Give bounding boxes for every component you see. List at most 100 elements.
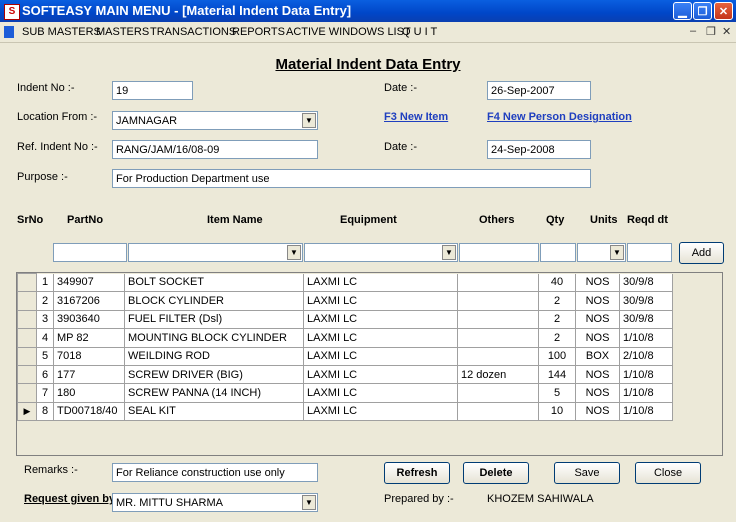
delete-button[interactable]: Delete <box>463 462 529 484</box>
cell-reqd-dt[interactable]: 30/9/8 <box>619 291 673 311</box>
chevron-down-icon[interactable]: ▼ <box>287 245 301 260</box>
cell-reqd-dt[interactable]: 1/10/8 <box>619 365 673 385</box>
cell-qty[interactable]: 2 <box>538 291 576 311</box>
table-row[interactable]: ▶ 8 TD00718/40 SEAL KIT LAXMI LC 10 NOS 1/10/8 <box>17 401 673 422</box>
save-button[interactable]: Save <box>554 462 620 484</box>
cell-srno[interactable]: 5 <box>36 347 54 366</box>
cell-qty[interactable]: 10 <box>538 402 576 422</box>
cell-equipment[interactable]: LAXMI LC <box>303 291 458 311</box>
cell-equipment[interactable]: LAXMI LC <box>303 383 458 403</box>
cell-reqd-dt[interactable]: 30/9/8 <box>619 273 673 293</box>
purpose-field[interactable]: For Production Department use <box>112 169 591 188</box>
cell-qty[interactable]: 40 <box>538 273 576 293</box>
menu-reports[interactable]: REPORTS <box>232 26 285 38</box>
minimize-button[interactable]: ▁ <box>673 2 692 20</box>
remarks-field[interactable]: For Reliance construction use only <box>112 463 318 482</box>
row-selector[interactable] <box>17 309 37 330</box>
cell-srno[interactable]: 6 <box>36 365 54 385</box>
close-button[interactable]: Close <box>635 462 701 484</box>
cell-equipment[interactable]: LAXMI LC <box>303 310 458 330</box>
cell-srno[interactable]: 3 <box>36 310 54 330</box>
cell-reqd-dt[interactable]: 1/10/8 <box>619 328 673 348</box>
indent-no-field[interactable]: 19 <box>112 81 193 100</box>
row-selector[interactable] <box>17 383 37 403</box>
row-selector[interactable] <box>17 346 37 366</box>
others-input[interactable] <box>459 243 539 262</box>
chevron-down-icon[interactable]: ▼ <box>610 245 624 260</box>
table-row[interactable]: 6 177 SCREW DRIVER (BIG) LAXMI LC 12 dozen 14… <box>17 364 673 385</box>
add-button[interactable]: Add <box>679 242 724 264</box>
partno-input[interactable] <box>53 243 127 262</box>
cell-reqd-dt[interactable]: 30/9/8 <box>619 310 673 330</box>
cell-units[interactable]: NOS <box>575 365 620 385</box>
cell-item-name[interactable]: SCREW PANNA (14 INCH) <box>124 383 304 403</box>
row-selector[interactable] <box>17 328 37 348</box>
cell-srno[interactable]: 2 <box>36 291 54 311</box>
cell-others[interactable] <box>457 402 539 422</box>
chevron-down-icon[interactable]: ▼ <box>442 245 456 260</box>
chevron-down-icon[interactable]: ▼ <box>302 495 316 510</box>
refresh-button[interactable]: Refresh <box>384 462 450 484</box>
cell-srno[interactable]: 7 <box>36 383 54 403</box>
mdi-restore-icon[interactable]: ❐ <box>706 25 716 38</box>
table-row[interactable]: 2 3167206 BLOCK CYLINDER LAXMI LC 2 NOS 30/9/8 <box>17 291 673 311</box>
cell-item-name[interactable]: MOUNTING BLOCK CYLINDER <box>124 328 304 348</box>
cell-units[interactable]: NOS <box>575 383 620 403</box>
cell-reqd-dt[interactable]: 2/10/8 <box>619 347 673 366</box>
cell-equipment[interactable]: LAXMI LC <box>303 402 458 422</box>
cell-others[interactable] <box>457 310 539 330</box>
cell-units[interactable]: NOS <box>575 291 620 311</box>
cell-others[interactable] <box>457 347 539 366</box>
cell-item-name[interactable]: WEILDING ROD <box>124 347 304 366</box>
cell-partno[interactable]: 7018 <box>53 347 125 366</box>
cell-qty[interactable]: 144 <box>538 365 576 385</box>
equipment-select[interactable]: ▼ <box>304 243 458 262</box>
menu-quit[interactable]: Q U I T <box>402 26 437 38</box>
table-row[interactable]: 3 3903640 FUEL FILTER (Dsl) LAXMI LC 2 NOS 30/… <box>17 309 673 330</box>
cell-equipment[interactable]: LAXMI LC <box>303 328 458 348</box>
cell-qty[interactable]: 2 <box>538 310 576 330</box>
cell-partno[interactable]: MP 82 <box>53 328 125 348</box>
close-window-button[interactable]: ✕ <box>714 2 733 20</box>
qty-input[interactable] <box>540 243 576 262</box>
row-selector[interactable] <box>17 291 37 311</box>
cell-srno[interactable]: 8 <box>36 402 54 422</box>
items-grid[interactable]: 1 349907 BOLT SOCKET LAXMI LC 40 NOS 30/9/8 2 31… <box>16 272 723 456</box>
cell-others[interactable] <box>457 383 539 403</box>
item-name-select[interactable]: ▼ <box>128 243 303 262</box>
menu-active-windows-list[interactable]: ACTIVE WINDOWS LIST <box>286 26 411 38</box>
cell-qty[interactable]: 5 <box>538 383 576 403</box>
table-row[interactable]: 4 MP 82 MOUNTING BLOCK CYLINDER LAXMI LC 2 NO… <box>17 328 673 348</box>
cell-qty[interactable]: 2 <box>538 328 576 348</box>
f3-new-item-link[interactable]: F3 New Item <box>384 111 448 123</box>
cell-equipment[interactable]: LAXMI LC <box>303 273 458 293</box>
ref-date-field[interactable]: 24-Sep-2008 <box>487 140 591 159</box>
cell-others[interactable] <box>457 273 539 293</box>
mdi-minimize-icon[interactable]: – <box>690 25 696 37</box>
cell-units[interactable]: NOS <box>575 310 620 330</box>
request-by-select[interactable]: MR. MITTU SHARMA ▼ <box>112 493 318 512</box>
cell-srno[interactable]: 4 <box>36 328 54 348</box>
cell-equipment[interactable]: LAXMI LC <box>303 347 458 366</box>
cell-item-name[interactable]: SEAL KIT <box>124 402 304 422</box>
maximize-button[interactable]: ❐ <box>693 2 712 20</box>
table-row[interactable]: 7 180 SCREW PANNA (14 INCH) LAXMI LC 5 NOS 1/1… <box>17 383 673 403</box>
units-select[interactable]: ▼ <box>577 243 626 262</box>
table-row[interactable]: 5 7018 WEILDING ROD LAXMI LC 100 BOX 2/10/8 <box>17 346 673 366</box>
cell-partno[interactable]: 177 <box>53 365 125 385</box>
cell-others[interactable] <box>457 291 539 311</box>
cell-partno[interactable]: 180 <box>53 383 125 403</box>
menu-transactions[interactable]: TRANSACTIONS <box>150 26 236 38</box>
cell-others[interactable]: 12 dozen <box>457 365 539 385</box>
cell-others[interactable] <box>457 328 539 348</box>
menu-sub-masters[interactable]: SUB MASTERS <box>22 26 101 38</box>
indent-date-field[interactable]: 26-Sep-2007 <box>487 81 591 100</box>
reqd-dt-input[interactable] <box>627 243 672 262</box>
cell-units[interactable]: NOS <box>575 273 620 293</box>
cell-partno[interactable]: TD00718/40 <box>53 402 125 422</box>
cell-item-name[interactable]: SCREW DRIVER (BIG) <box>124 365 304 385</box>
row-selector[interactable] <box>17 273 37 293</box>
location-select[interactable]: JAMNAGAR ▼ <box>112 111 318 130</box>
cell-partno[interactable]: 3903640 <box>53 310 125 330</box>
table-row[interactable]: 1 349907 BOLT SOCKET LAXMI LC 40 NOS 30/9/8 <box>17 273 673 293</box>
